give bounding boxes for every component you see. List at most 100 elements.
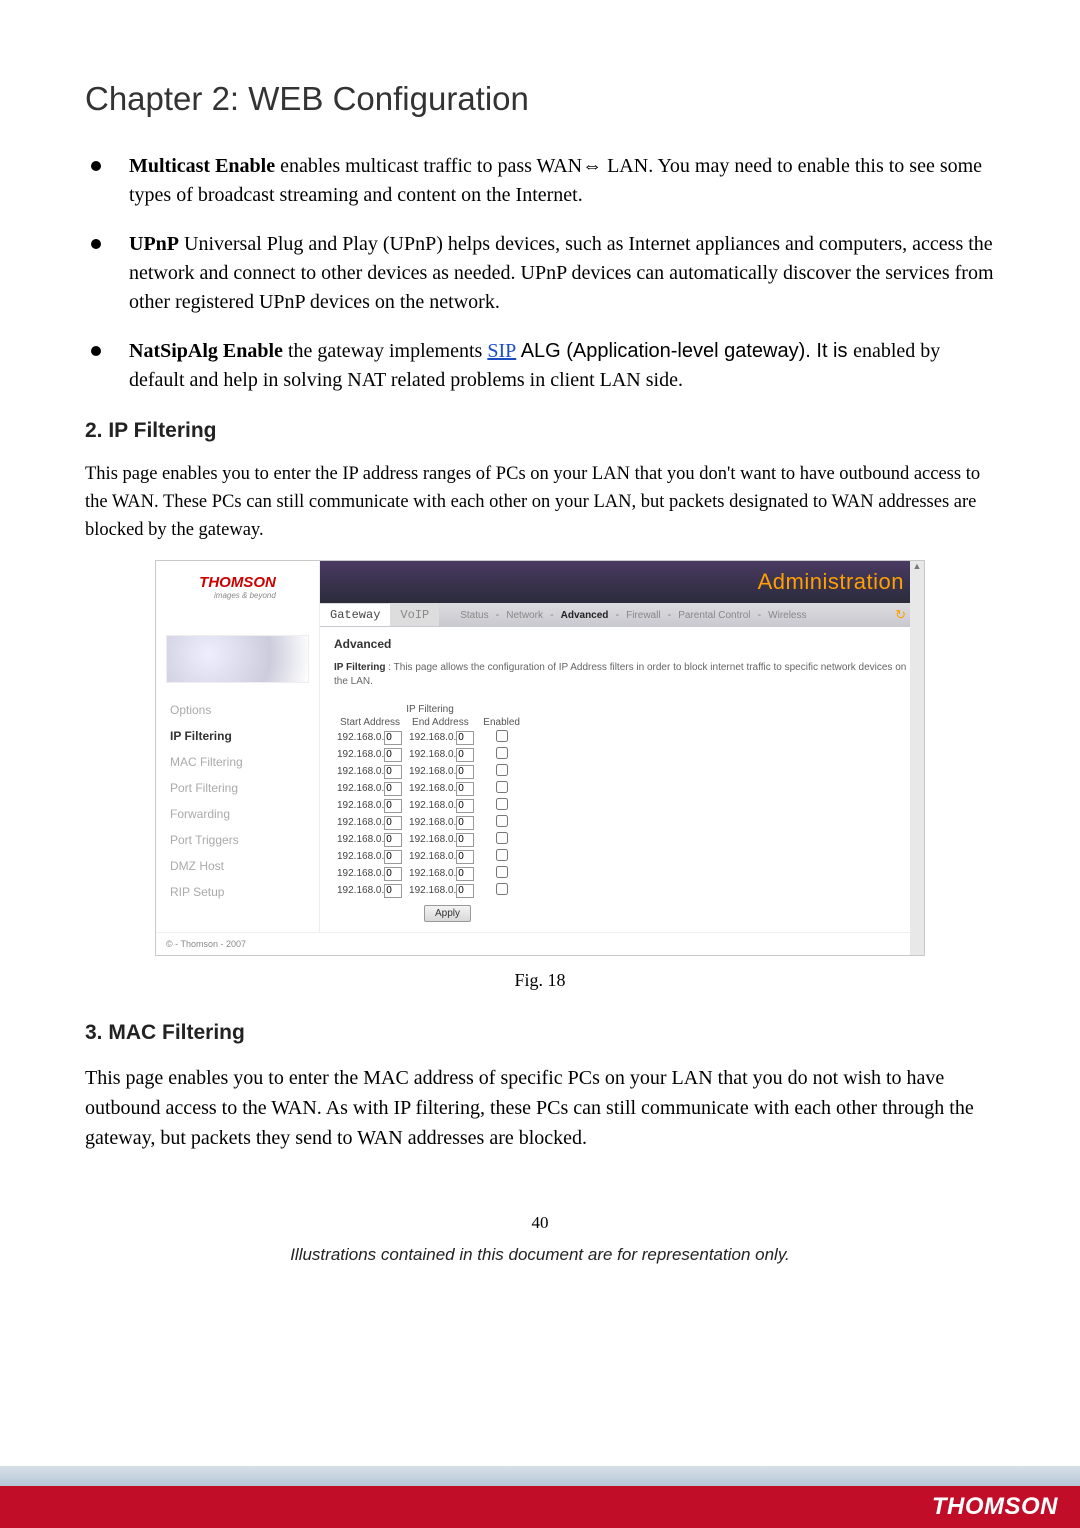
end-address-input[interactable] <box>456 799 474 813</box>
nav-forwarding[interactable]: Forwarding <box>156 801 319 827</box>
sip-link[interactable]: SIP <box>487 340 516 362</box>
ip-prefix: 192.168.0. <box>337 817 384 828</box>
table-row: 192.168.0. 192.168.0. <box>334 814 526 831</box>
chapter-title: Chapter 2: WEB Configuration <box>85 80 995 118</box>
text: the gateway implements <box>283 340 487 362</box>
tab-bar: Gateway VoIP Status- Network- Advanced- … <box>320 603 924 627</box>
enabled-checkbox[interactable] <box>496 781 508 793</box>
enabled-checkbox[interactable] <box>496 832 508 844</box>
enabled-checkbox[interactable] <box>496 815 508 827</box>
nav-options[interactable]: Options <box>156 697 319 723</box>
ip-prefix: 192.168.0. <box>409 800 456 811</box>
term-natsip: NatSipAlg Enable <box>129 340 283 362</box>
ip-prefix: 192.168.0. <box>409 766 456 777</box>
subtab-parental[interactable]: Parental Control <box>671 606 757 625</box>
panel-description: IP Filtering : This page allows the conf… <box>334 661 910 689</box>
thomson-logo: THOMSON <box>199 574 276 591</box>
ip-prefix: 192.168.0. <box>409 868 456 879</box>
table-row: 192.168.0. 192.168.0. <box>334 729 526 746</box>
bullet-natsip: NatSipAlg Enable the gateway implements … <box>85 337 995 395</box>
text: Universal Plug and Play (UPnP) helps dev… <box>129 233 994 313</box>
enabled-checkbox[interactable] <box>496 866 508 878</box>
ip-prefix: 192.168.0. <box>409 885 456 896</box>
table-row: 192.168.0.192.168.0. <box>334 797 526 814</box>
ip-prefix: 192.168.0. <box>409 817 456 828</box>
panel-title: Advanced <box>334 637 910 651</box>
end-address-input[interactable] <box>456 850 474 864</box>
nav-port-triggers[interactable]: Port Triggers <box>156 827 319 853</box>
ip-prefix: 192.168.0. <box>409 732 456 743</box>
table-row: 192.168.0. 192.168.0. <box>334 831 526 848</box>
nav-dmz-host[interactable]: DMZ Host <box>156 853 319 879</box>
section-ip-filtering-body: This page enables you to enter the IP ad… <box>85 461 995 544</box>
ip-filter-table: IP Filtering Start Address End Address E… <box>334 703 526 899</box>
text: enables multicast traffic to pass WAN <box>275 155 582 177</box>
nav-rip-setup[interactable]: RIP Setup <box>156 879 319 905</box>
enabled-checkbox[interactable] <box>496 747 508 759</box>
end-address-input[interactable] <box>456 782 474 796</box>
logo-area: THOMSON images & beyond <box>156 561 320 603</box>
end-address-input[interactable] <box>456 765 474 779</box>
tab-gateway[interactable]: Gateway <box>320 604 390 626</box>
start-address-input[interactable] <box>384 816 402 830</box>
table-row: 192.168.0. 192.168.0. <box>334 763 526 780</box>
subtab-firewall[interactable]: Firewall <box>619 606 667 625</box>
start-address-input[interactable] <box>384 799 402 813</box>
enabled-checkbox[interactable] <box>496 798 508 810</box>
text: ALG (Application-level gateway). It is <box>516 340 853 362</box>
start-address-input[interactable] <box>384 782 402 796</box>
ip-prefix: 192.168.0. <box>337 732 384 743</box>
ip-prefix: 192.168.0. <box>337 783 384 794</box>
ip-prefix: 192.168.0. <box>337 885 384 896</box>
refresh-icon[interactable]: ↻ <box>895 607 906 623</box>
apply-button[interactable]: Apply <box>424 905 471 922</box>
tab-voip[interactable]: VoIP <box>390 604 439 626</box>
subtab-advanced[interactable]: Advanced <box>554 606 616 625</box>
enabled-checkbox[interactable] <box>496 849 508 861</box>
ip-prefix: 192.168.0. <box>337 834 384 845</box>
nav-mac-filtering[interactable]: MAC Filtering <box>156 749 319 775</box>
footer-brand-logo: THOMSON <box>932 1493 1058 1521</box>
col-start-address: Start Address <box>334 716 406 729</box>
table-row: 192.168.0. 192.168.0. <box>334 865 526 882</box>
ip-prefix: 192.168.0. <box>409 834 456 845</box>
nav-port-filtering[interactable]: Port Filtering <box>156 775 319 801</box>
start-address-input[interactable] <box>384 867 402 881</box>
enabled-checkbox[interactable] <box>496 730 508 742</box>
bullet-multicast: Multicast Enable enables multicast traff… <box>85 152 995 210</box>
start-address-input[interactable] <box>384 731 402 745</box>
end-address-input[interactable] <box>456 867 474 881</box>
end-address-input[interactable] <box>456 884 474 898</box>
start-address-input[interactable] <box>384 833 402 847</box>
term-multicast: Multicast Enable <box>129 155 275 177</box>
nav-ip-filtering[interactable]: IP Filtering <box>156 723 319 749</box>
enabled-checkbox[interactable] <box>496 883 508 895</box>
table-row: 192.168.0.192.168.0. <box>334 780 526 797</box>
ip-prefix: 192.168.0. <box>337 766 384 777</box>
start-address-input[interactable] <box>384 765 402 779</box>
scrollbar[interactable]: ▲ <box>910 561 924 955</box>
section-mac-filtering-body: This page enables you to enter the MAC a… <box>85 1063 995 1153</box>
end-address-input[interactable] <box>456 731 474 745</box>
start-address-input[interactable] <box>384 748 402 762</box>
end-address-input[interactable] <box>456 833 474 847</box>
start-address-input[interactable] <box>384 850 402 864</box>
col-end-address: End Address <box>406 716 477 729</box>
ip-prefix: 192.168.0. <box>337 851 384 862</box>
subtab-network[interactable]: Network <box>499 606 550 625</box>
header-title: Administration <box>758 569 904 595</box>
subtab-status[interactable]: Status <box>453 606 495 625</box>
figure-caption: Fig. 18 <box>85 970 995 991</box>
enabled-checkbox[interactable] <box>496 764 508 776</box>
end-address-input[interactable] <box>456 816 474 830</box>
subtab-wireless[interactable]: Wireless <box>761 606 813 625</box>
admin-screenshot: ▲ THOMSON images & beyond Administration… <box>155 560 925 956</box>
ip-prefix: 192.168.0. <box>337 868 384 879</box>
logo-tagline: images & beyond <box>199 591 276 600</box>
disclaimer-text: Illustrations contained in this document… <box>85 1245 995 1265</box>
start-address-input[interactable] <box>384 884 402 898</box>
side-nav: Options IP Filtering MAC Filtering Port … <box>156 627 320 932</box>
bidirectional-arrow-icon: ⇔ <box>582 155 602 177</box>
feature-bullet-list: Multicast Enable enables multicast traff… <box>85 152 995 395</box>
end-address-input[interactable] <box>456 748 474 762</box>
